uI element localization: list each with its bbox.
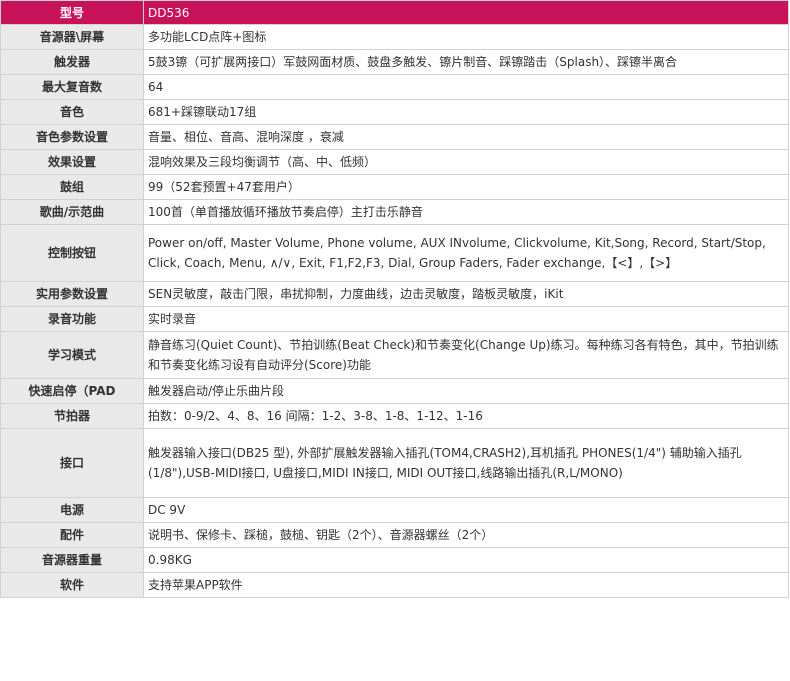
spec-label: 触发器: [0, 49, 144, 75]
spec-row: 鼓组 99（52套预置+47套用户）: [0, 174, 789, 200]
spec-label: 音色: [0, 99, 144, 125]
spec-label: 接口: [0, 428, 144, 498]
spec-value: 64: [143, 74, 789, 100]
spec-label: 鼓组: [0, 174, 144, 200]
spec-value: 5鼓3镲（可扩展两接口）军鼓网面材质、鼓盘多触发、镲片制音、踩镲踏击（Splas…: [143, 49, 789, 75]
spec-row: 最大复音数 64: [0, 74, 789, 100]
spec-label: 配件: [0, 522, 144, 548]
spec-row: 音源器\屏幕 多功能LCD点阵+图标: [0, 24, 789, 50]
spec-value: DC 9V: [143, 497, 789, 523]
spec-value: 支持苹果APP软件: [143, 572, 789, 598]
spec-value: 100首（单首播放循环播放节奏启停）主打击乐静音: [143, 199, 789, 225]
spec-row: 录音功能 实时录音: [0, 306, 789, 332]
spec-label: 音色参数设置: [0, 124, 144, 150]
spec-label: 学习模式: [0, 331, 144, 379]
spec-value: Power on/off, Master Volume, Phone volum…: [143, 224, 789, 282]
spec-label: 音源器重量: [0, 547, 144, 573]
spec-row: 效果设置 混响效果及三段均衡调节（高、中、低频）: [0, 149, 789, 175]
spec-value: 拍数：0-9/2、4、8、16 间隔：1-2、3-8、1-8、1-12、1-16: [143, 403, 789, 429]
spec-row: 控制按钮 Power on/off, Master Volume, Phone …: [0, 224, 789, 282]
spec-value: 0.98KG: [143, 547, 789, 573]
spec-label: 最大复音数: [0, 74, 144, 100]
spec-label: 效果设置: [0, 149, 144, 175]
spec-value: 多功能LCD点阵+图标: [143, 24, 789, 50]
spec-row: 软件 支持苹果APP软件: [0, 572, 789, 598]
spec-value: DD536: [143, 0, 789, 25]
spec-row: 快速启停（PAD 触发器启动/停止乐曲片段: [0, 378, 789, 404]
spec-row: 歌曲/示范曲 100首（单首播放循环播放节奏启停）主打击乐静音: [0, 199, 789, 225]
spec-label: 节拍器: [0, 403, 144, 429]
spec-value: 静音练习(Quiet Count)、节拍训练(Beat Check)和节奏变化(…: [143, 331, 789, 379]
spec-label: 音源器\屏幕: [0, 24, 144, 50]
spec-table: 型号 DD536 音源器\屏幕 多功能LCD点阵+图标 触发器 5鼓3镲（可扩展…: [0, 0, 789, 598]
spec-value: 681+踩镲联动17组: [143, 99, 789, 125]
spec-row: 触发器 5鼓3镲（可扩展两接口）军鼓网面材质、鼓盘多触发、镲片制音、踩镲踏击（S…: [0, 49, 789, 75]
spec-row: 音源器重量 0.98KG: [0, 547, 789, 573]
spec-label: 软件: [0, 572, 144, 598]
spec-label: 型号: [0, 0, 144, 25]
spec-value: 99（52套预置+47套用户）: [143, 174, 789, 200]
spec-label: 电源: [0, 497, 144, 523]
spec-value: 音量、相位、音高、混响深度 ，衰减: [143, 124, 789, 150]
spec-value: 触发器启动/停止乐曲片段: [143, 378, 789, 404]
spec-row: 音色 681+踩镲联动17组: [0, 99, 789, 125]
spec-value: 实时录音: [143, 306, 789, 332]
spec-row: 节拍器 拍数：0-9/2、4、8、16 间隔：1-2、3-8、1-8、1-12、…: [0, 403, 789, 429]
spec-value: 说明书、保修卡、踩槌，鼓槌、钥匙（2个）、音源器螺丝（2个）: [143, 522, 789, 548]
spec-label: 歌曲/示范曲: [0, 199, 144, 225]
spec-label: 录音功能: [0, 306, 144, 332]
spec-row: 学习模式 静音练习(Quiet Count)、节拍训练(Beat Check)和…: [0, 331, 789, 379]
spec-row: 接口 触发器输入接口(DB25 型), 外部扩展触发器输入插孔(TOM4,CRA…: [0, 428, 789, 498]
spec-label: 实用参数设置: [0, 281, 144, 307]
spec-row: 音色参数设置 音量、相位、音高、混响深度 ，衰减: [0, 124, 789, 150]
spec-label: 快速启停（PAD: [0, 378, 144, 404]
spec-value: 混响效果及三段均衡调节（高、中、低频）: [143, 149, 789, 175]
spec-label: 控制按钮: [0, 224, 144, 282]
spec-row: 配件 说明书、保修卡、踩槌，鼓槌、钥匙（2个）、音源器螺丝（2个）: [0, 522, 789, 548]
spec-value: SEN灵敏度，敲击门限，串扰抑制，力度曲线，边击灵敏度，踏板灵敏度，iKit: [143, 281, 789, 307]
spec-value: 触发器输入接口(DB25 型), 外部扩展触发器输入插孔(TOM4,CRASH2…: [143, 428, 789, 498]
spec-row: 实用参数设置 SEN灵敏度，敲击门限，串扰抑制，力度曲线，边击灵敏度，踏板灵敏度…: [0, 281, 789, 307]
spec-row: 电源 DC 9V: [0, 497, 789, 523]
spec-row-model: 型号 DD536: [0, 0, 789, 25]
